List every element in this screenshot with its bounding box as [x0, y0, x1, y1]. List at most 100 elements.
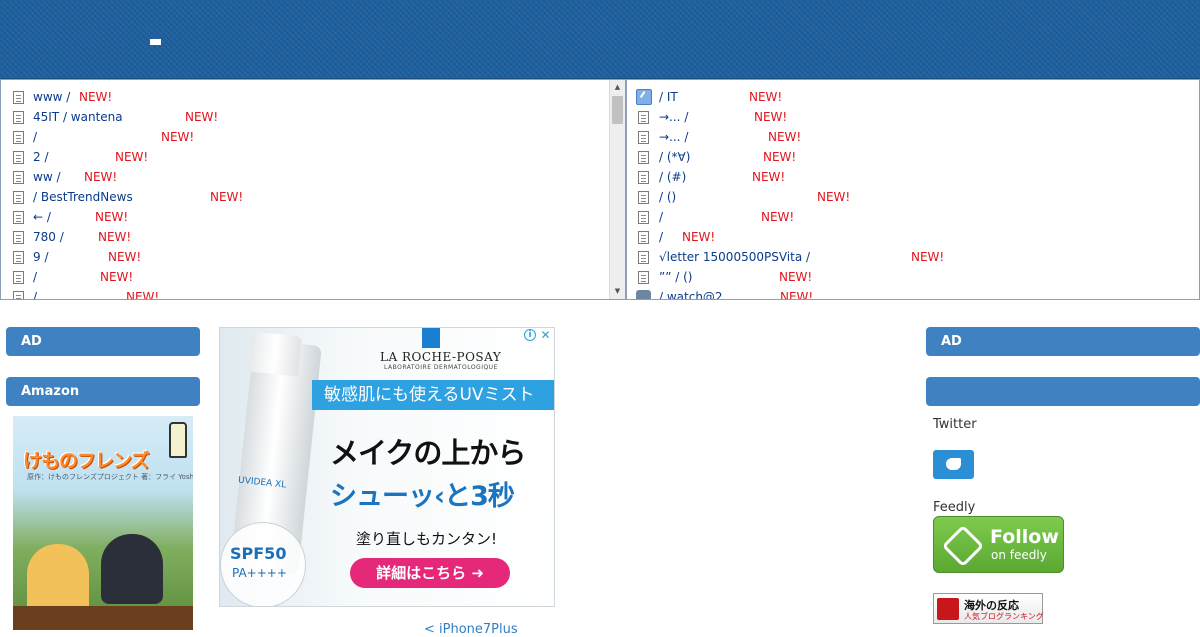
ad-info-icon[interactable]: i: [524, 329, 536, 341]
ad-headline-1: メイクの上から: [330, 436, 526, 470]
feed-item-title[interactable]: ← /: [33, 209, 51, 225]
feed-item[interactable]: / (#) NEW!: [627, 169, 1199, 189]
feed-item[interactable]: / BestTrendNews NEW!: [1, 189, 625, 209]
scroll-thumb[interactable]: [612, 96, 623, 124]
feed-item-title[interactable]: /: [33, 289, 37, 299]
new-badge: NEW!: [98, 230, 132, 244]
spf-text: SPF50: [230, 544, 287, 563]
feed-item[interactable]: →... / NEW!: [627, 129, 1199, 149]
ad-banner[interactable]: UVIDEA XL SPF50 PA++++ LA ROCHE-POSAY LA…: [219, 327, 555, 607]
feed-item-title[interactable]: / (#): [659, 169, 686, 185]
header-logo[interactable]: [150, 39, 161, 45]
new-badge: NEW!: [161, 130, 195, 144]
ad-close-icon[interactable]: ✕: [539, 329, 552, 342]
feed-item-title[interactable]: / IT: [659, 89, 678, 105]
document-icon: [638, 251, 649, 264]
feedly-label: Feedly: [933, 500, 976, 515]
blog-ranking-banner[interactable]: 海外の反応 人気ブログランキング: [933, 593, 1044, 624]
feed-item[interactable]: 780 / NEW!: [1, 229, 625, 249]
new-badge: NEW!: [108, 250, 142, 264]
feed-item-title[interactable]: / (): [659, 189, 676, 205]
new-badge: NEW!: [911, 250, 945, 264]
feed-item[interactable]: →... / NEW!: [627, 109, 1199, 129]
twitter-label: Twitter: [933, 417, 977, 432]
feed-item[interactable]: www / NEW!: [1, 89, 625, 109]
pa-text: PA++++: [232, 566, 287, 580]
spf-badge: [220, 522, 306, 606]
feed-item[interactable]: / () NEW!: [627, 189, 1199, 209]
document-icon: [638, 271, 649, 284]
feed-item-title[interactable]: /: [33, 129, 37, 145]
feed-item[interactable]: ← / NEW!: [1, 209, 625, 229]
feed-item-title[interactable]: www /: [33, 89, 70, 105]
table-illustration: [13, 606, 193, 630]
feed-item[interactable]: 2 / NEW!: [1, 149, 625, 169]
ad-cta-button[interactable]: 詳細はこちら ➜: [350, 558, 510, 588]
new-badge: NEW!: [754, 110, 788, 124]
feed-item-title[interactable]: 2 /: [33, 149, 49, 165]
feed-item[interactable]: / IT NEW!: [627, 89, 1199, 109]
lamp-illustration: [169, 422, 187, 458]
document-icon: [13, 191, 24, 204]
feedly-on-text: on feedly: [991, 548, 1047, 562]
feed-item[interactable]: / NEW!: [627, 229, 1199, 249]
robot-icon: [636, 290, 651, 299]
new-badge: NEW!: [115, 150, 149, 164]
feed-item-title[interactable]: √letter 15000500PSVita /: [659, 249, 810, 265]
feed-item-title[interactable]: /: [33, 269, 37, 285]
feed-item-title[interactable]: / (*∀): [659, 149, 690, 165]
feed-item[interactable]: / NEW!: [1, 289, 625, 299]
feed-item-title[interactable]: /: [659, 209, 663, 225]
new-badge: NEW!: [185, 110, 219, 124]
feed-item-title[interactable]: / watch@2: [659, 289, 723, 299]
feed-item[interactable]: 45IT / wantena NEW!: [1, 109, 625, 129]
book-title: けものフレンズ: [23, 450, 150, 472]
ad-brand: LA ROCHE-POSAY: [380, 350, 502, 364]
feed-item-title[interactable]: →... /: [659, 109, 688, 125]
feed-item[interactable]: / watch@2 NEW!: [627, 289, 1199, 299]
feed-item[interactable]: / NEW!: [627, 209, 1199, 229]
feed-item-title[interactable]: 780 /: [33, 229, 64, 245]
new-badge: NEW!: [79, 90, 113, 104]
book-subtitle: 原作：けものフレンズプロジェクト 著：フライ Yoshihara Gosho A: [27, 473, 193, 481]
document-icon: [13, 171, 24, 184]
feed-item[interactable]: ”” / () NEW!: [627, 269, 1199, 289]
left-feed-scrollbar[interactable]: ▲ ▼: [609, 80, 625, 299]
document-icon: [13, 111, 24, 124]
feed-item[interactable]: √letter 15000500PSVita / NEW!: [627, 249, 1199, 269]
document-icon: [13, 91, 24, 104]
twitter-button[interactable]: [933, 450, 974, 479]
document-icon: [638, 131, 649, 144]
amazon-book-cover[interactable]: けものフレンズ 原作：けものフレンズプロジェクト 著：フライ Yoshihara…: [13, 416, 193, 630]
document-icon: [638, 211, 649, 224]
feed-item[interactable]: / NEW!: [1, 269, 625, 289]
feed-item-title[interactable]: ”” / (): [659, 269, 692, 285]
scroll-down-arrow-icon[interactable]: ▼: [610, 284, 625, 299]
document-icon: [13, 211, 24, 224]
ranking-icon: [937, 598, 959, 620]
feed-item[interactable]: ww / NEW!: [1, 169, 625, 189]
product-bottle-cap: [248, 331, 302, 377]
feedly-icon: [941, 524, 985, 568]
document-icon: [638, 111, 649, 124]
feed-item[interactable]: / (*∀) NEW!: [627, 149, 1199, 169]
amazon-header: Amazon: [6, 377, 200, 406]
feed-item[interactable]: / NEW!: [1, 129, 625, 149]
document-icon: [638, 151, 649, 164]
feed-item-title[interactable]: /: [659, 229, 663, 245]
feed-item-title[interactable]: / BestTrendNews: [33, 189, 133, 205]
scroll-up-arrow-icon[interactable]: ▲: [610, 80, 625, 95]
new-badge: NEW!: [761, 210, 795, 224]
document-icon: [13, 231, 24, 244]
left-feed-frame: www / NEW! 45IT / wantena NEW! / NEW! 2 / NEW!…: [0, 79, 626, 300]
feedly-follow-button[interactable]: Follow on feedly: [933, 516, 1064, 573]
feed-item-title[interactable]: 9 /: [33, 249, 49, 265]
feed-item-title[interactable]: 45IT / wantena: [33, 109, 123, 125]
document-icon: [13, 151, 24, 164]
right-feed-list: / IT NEW! →... / NEW! →... / NEW! / (*∀) NEW! …: [627, 80, 1199, 299]
feed-item-title[interactable]: ww /: [33, 169, 61, 185]
new-badge: NEW!: [100, 270, 134, 284]
feed-item[interactable]: 9 / NEW!: [1, 249, 625, 269]
feed-item-title[interactable]: →... /: [659, 129, 688, 145]
new-badge: NEW!: [763, 150, 797, 164]
